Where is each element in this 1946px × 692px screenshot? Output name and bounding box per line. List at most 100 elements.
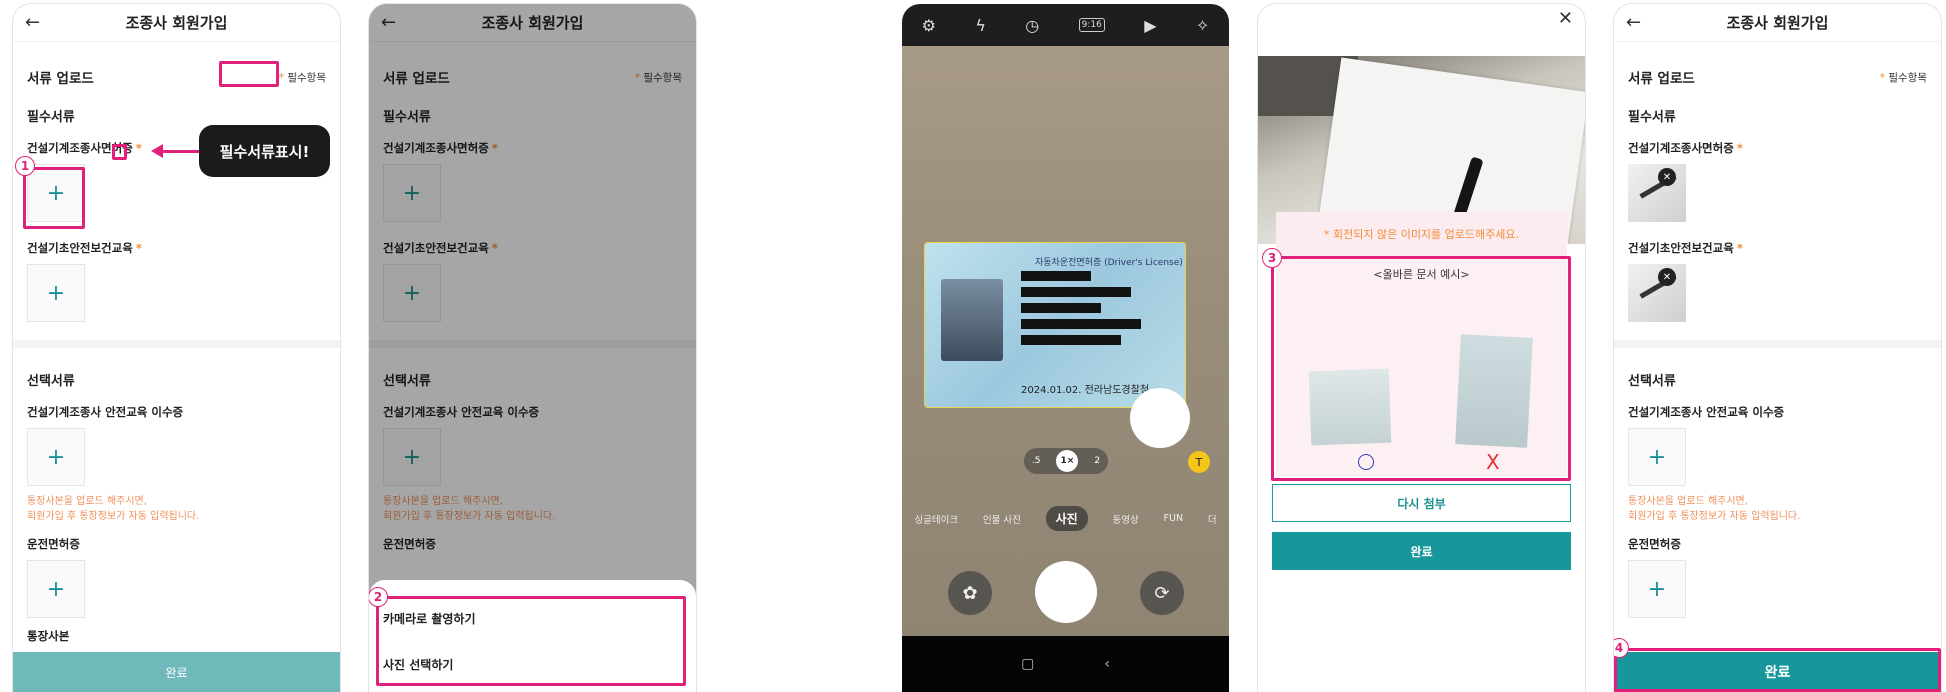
switch-camera-icon[interactable]: ⟳ [1140, 571, 1184, 615]
optional-docs-heading: 선택서류 [1628, 373, 1676, 389]
pointer-arrow-icon [151, 144, 163, 158]
mode-video[interactable]: 동영상 [1113, 512, 1139, 526]
camera-modes: 싱글테이크 인물 사진 사진 동영상 FUN 더 [902, 506, 1229, 531]
system-navbar: ▢ ‹ [902, 636, 1229, 692]
upload-button-safety-cert[interactable]: + [27, 428, 85, 486]
back-arrow-icon[interactable]: ← [1626, 12, 1641, 33]
upload-preview-screen: ✕ * 회전되지 않은 이미지를 업로드해주세요. <올바른 문서 예시> X … [1258, 4, 1585, 692]
effects-icon[interactable]: ✧ [1196, 16, 1209, 35]
highlight-example-panel [1271, 256, 1571, 481]
required-docs-heading: 필수서류 [1628, 109, 1676, 125]
label-bank-copy: 통장사본 [27, 629, 70, 643]
shutter-button[interactable] [1035, 561, 1097, 623]
highlight-asterisk [112, 144, 127, 160]
asterisk-icon: * [135, 241, 142, 255]
signup-screen-completed: ← 조종사 회원가입 서류 업로드 * 필수항목 필수서류 건설기계조종사면허증… [1614, 4, 1941, 692]
remove-icon[interactable]: ✕ [1658, 168, 1676, 186]
note-line: 회원가입 후 통장정보가 자동 입력됩니다. [27, 511, 200, 522]
home-icon[interactable]: ▢ [1021, 656, 1034, 672]
section-divider [1614, 340, 1941, 348]
upload-button-safety-cert[interactable]: + [1628, 428, 1686, 486]
highlight-required-legend [219, 61, 279, 87]
label-safety-cert: 건설기계조종사 안전교육 이수증 [1628, 405, 1785, 419]
label-text: 건설기초안전보건교육 [1628, 241, 1734, 255]
gallery-icon[interactable]: ✿ [948, 571, 992, 615]
page-title: 조종사 회원가입 [125, 14, 228, 32]
rotation-warning: * 회전되지 않은 이미지를 업로드해주세요. [1276, 212, 1567, 256]
highlight-complete-button [1614, 648, 1941, 692]
zoom-selector: .5 1× 2 [1024, 448, 1108, 474]
uploaded-thumbnail-education[interactable]: ✕ [1628, 264, 1686, 322]
mode-photo[interactable]: 사진 [1045, 506, 1088, 531]
label-safety-education: 건설기초안전보건교육 * [1614, 238, 1941, 258]
note-line: 통장사본을 업로드 해주시면, [1628, 496, 1748, 507]
asterisk-icon: * [1736, 241, 1743, 255]
timer-icon[interactable]: ◷ [1025, 16, 1039, 35]
label-construction-license: 건설기계조종사면허증 * [1614, 138, 1941, 158]
floating-shutter-icon[interactable] [1130, 388, 1190, 448]
ratio-icon[interactable]: 9:16 [1078, 18, 1105, 32]
camera-screen: ⚙ ϟ ◷ 9:16 ▶ ✧ 자동차운전면허증 (Driver's Licens… [902, 4, 1229, 692]
camera-viewfinder: 자동차운전면허증 (Driver's License) 2024.01.02. … [902, 46, 1229, 636]
pointer-arrow-line [161, 150, 199, 153]
redaction-bar [1021, 271, 1091, 281]
highlight-upload-button [23, 167, 85, 229]
mode-more[interactable]: 더 [1208, 512, 1217, 526]
motion-icon[interactable]: ▶ [1144, 16, 1156, 35]
optional-docs-heading: 선택서류 [27, 373, 75, 389]
label-driver-license: 운전면허증 [27, 537, 80, 551]
camera-toolbar: ⚙ ϟ ◷ 9:16 ▶ ✧ [902, 4, 1229, 46]
upload-button-driver-license[interactable]: + [1628, 560, 1686, 618]
flash-icon[interactable]: ϟ [975, 16, 986, 35]
page-title: 조종사 회원가입 [1726, 14, 1829, 32]
label-text: 건설기계조종사면허증 [1628, 141, 1734, 155]
card-photo [941, 279, 1003, 361]
step-badge-3: 3 [1262, 248, 1282, 268]
reattach-button[interactable]: 다시 첨부 [1272, 484, 1571, 522]
complete-button[interactable]: 완료 [13, 652, 340, 692]
redaction-bar [1021, 303, 1101, 313]
step-badge-1: 1 [15, 156, 35, 176]
close-icon[interactable]: ✕ [1558, 8, 1573, 29]
id-card-preview: 자동차운전면허증 (Driver's License) 2024.01.02. … [924, 242, 1186, 408]
asterisk-icon: * [1736, 141, 1743, 155]
bank-note: 통장사본을 업로드 해주시면, 회원가입 후 통장정보가 자동 입력됩니다. [1614, 494, 1941, 524]
note-line: 통장사본을 업로드 해주시면, [27, 496, 147, 507]
upload-button-driver-license[interactable]: + [27, 560, 85, 618]
uploaded-thumbnail-license[interactable]: ✕ [1628, 164, 1686, 222]
label-safety-cert: 건설기계조종사 안전교육 이수증 [27, 405, 184, 419]
gear-icon[interactable]: ⚙ [922, 16, 936, 35]
asterisk-icon: * [135, 141, 142, 155]
mode-fun[interactable]: FUN [1164, 513, 1184, 524]
zoom-0-5[interactable]: .5 [1032, 456, 1041, 466]
header: ← 조종사 회원가입 [1614, 4, 1941, 42]
preview-header: ✕ [1258, 4, 1585, 34]
done-button[interactable]: 완료 [1272, 532, 1571, 570]
required-legend-text: 필수항목 [287, 71, 326, 84]
mode-portrait[interactable]: 인물 사진 [983, 512, 1021, 526]
zoom-2[interactable]: 2 [1094, 456, 1100, 466]
upload-section-row: 서류 업로드 * 필수항목 [1614, 60, 1941, 94]
zoom-1x[interactable]: 1× [1056, 450, 1079, 472]
redaction-bar [1021, 319, 1141, 329]
label-text: 건설기초안전보건교육 [27, 241, 133, 255]
signup-screen-2: ← 조종사 회원가입 서류 업로드 * 필수항목 필수서류 건설기계조종사면허증… [369, 4, 696, 692]
label-driver-license: 운전면허증 [1628, 537, 1681, 551]
mode-single-take[interactable]: 싱글테이크 [914, 512, 958, 526]
section-divider [13, 340, 340, 348]
card-address: 2024.01.02. 전라남도경찰청 [1021, 385, 1150, 396]
required-legend: * 필수항목 [279, 70, 326, 85]
scan-text-icon[interactable]: T [1188, 451, 1210, 473]
note-line: 회원가입 후 통장정보가 자동 입력됩니다. [1628, 511, 1801, 522]
tooltip-required-docs: 필수서류표시! [199, 125, 330, 177]
remove-icon[interactable]: ✕ [1658, 268, 1676, 286]
bank-note: 통장사본을 업로드 해주시면, 회원가입 후 통장정보가 자동 입력됩니다. [13, 494, 340, 524]
nav-back-icon[interactable]: ‹ [1104, 656, 1110, 672]
upload-button-safety-education[interactable]: + [27, 264, 85, 322]
required-legend-text: 필수항목 [1888, 71, 1927, 84]
signup-screen-1: ← 조종사 회원가입 서류 업로드 * 필수항목 필수서류 건설기계조종사면허증… [13, 4, 340, 692]
required-legend: * 필수항목 [1880, 70, 1927, 85]
upload-section-title: 서류 업로드 [1628, 71, 1695, 87]
label-safety-education: 건설기초안전보건교육 * [13, 238, 340, 258]
back-arrow-icon[interactable]: ← [25, 12, 40, 33]
